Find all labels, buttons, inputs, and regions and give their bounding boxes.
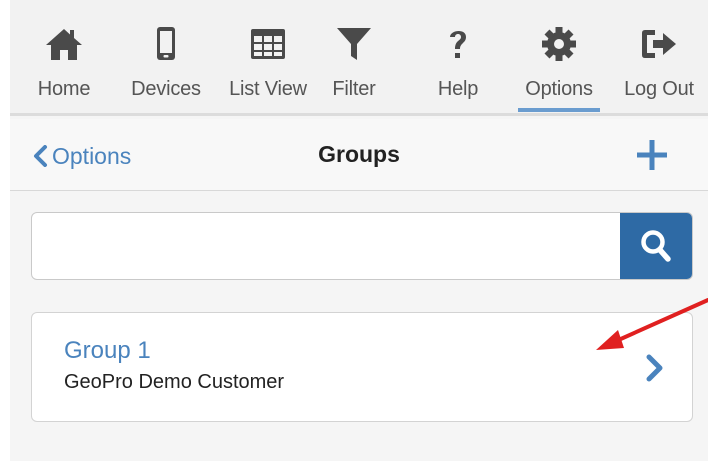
- nav-filter-label: Filter: [332, 78, 376, 100]
- page-title: Groups: [318, 141, 400, 167]
- funnel-filter-icon: [334, 26, 374, 62]
- group-customer: GeoPro Demo Customer: [64, 371, 285, 393]
- grid-table-icon: [248, 26, 288, 62]
- group-list-item[interactable]: Group 1 GeoPro Demo Customer: [31, 312, 693, 422]
- top-toolbar: Home Devices List View Filter Help Optio…: [10, 0, 708, 116]
- app-window: Home Devices List View Filter Help Optio…: [10, 0, 708, 461]
- search-input[interactable]: [32, 213, 620, 279]
- page-header: Options Groups: [10, 119, 708, 191]
- nav-log-out[interactable]: Log Out: [610, 0, 708, 116]
- chevron-right-icon: [646, 354, 663, 382]
- question-mark-icon: [438, 26, 478, 62]
- nav-list-view[interactable]: List View: [218, 0, 318, 116]
- nav-list-view-label: List View: [229, 78, 307, 100]
- search-icon: [641, 230, 671, 262]
- nav-options-label: Options: [525, 78, 593, 100]
- nav-home-label: Home: [37, 78, 91, 100]
- add-group-button[interactable]: [634, 137, 670, 173]
- nav-help-label: Help: [437, 78, 479, 100]
- nav-devices[interactable]: Devices: [120, 0, 212, 116]
- gear-icon: [539, 26, 579, 62]
- active-tab-indicator: [518, 108, 600, 112]
- nav-home[interactable]: Home: [26, 0, 102, 116]
- nav-devices-label: Devices: [131, 78, 201, 100]
- sign-out-icon: [639, 26, 679, 62]
- nav-filter[interactable]: Filter: [324, 0, 384, 116]
- plus-icon: [637, 140, 667, 170]
- home-icon: [44, 26, 84, 62]
- search-bar: [31, 212, 693, 280]
- search-button[interactable]: [620, 213, 692, 279]
- mobile-device-icon: [146, 26, 186, 62]
- nav-help[interactable]: Help: [430, 0, 486, 116]
- nav-log-out-label: Log Out: [624, 78, 694, 100]
- group-name: Group 1: [64, 337, 151, 364]
- nav-options[interactable]: Options: [514, 0, 604, 116]
